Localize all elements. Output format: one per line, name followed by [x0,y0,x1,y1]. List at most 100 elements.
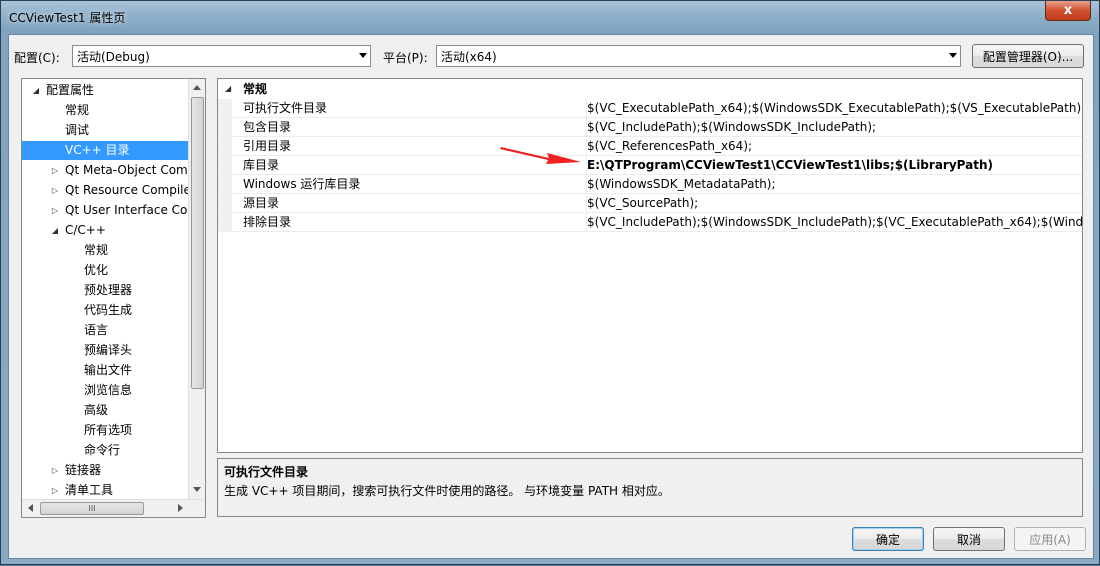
platform-select[interactable]: 活动(x64) [436,45,961,67]
tree-item[interactable]: 命令行 [22,441,188,460]
property-value[interactable]: $(VC_IncludePath);$(WindowsSDK_IncludePa… [586,118,1082,136]
tree-item[interactable]: 常规 [22,101,188,120]
tree-item[interactable]: 输出文件 [22,361,188,380]
property-row[interactable]: 源目录 $(VC_SourcePath); [218,194,1082,213]
tree-item-label: 高级 [84,403,109,417]
tree-item[interactable]: ◢ 配置属性 [22,81,188,100]
tree-item-label: Qt Meta-Object Com [65,163,188,177]
tree-item[interactable]: ▷ Qt Resource Compile [22,181,188,200]
tree-item-label: Qt Resource Compile [65,183,188,197]
description-title: 可执行文件目录 [224,465,309,479]
tree-items: ◢ 配置属性 常规 调试 VC++ 目录 ▷ Qt Meta-Object Com ▷ Qt R… [22,79,188,497]
property-row[interactable]: Windows 运行库目录 $(WindowsSDK_MetadataPath); [218,175,1082,194]
category-title: 常规 [243,82,268,96]
tree-item[interactable]: 调试 [22,121,188,140]
tree-item-label: VC++ 目录 [65,143,130,157]
scroll-thumb[interactable] [191,97,204,389]
platform-select-value: 活动(x64) [441,50,497,64]
tree-item-label: 常规 [84,243,109,257]
tree-vertical-scrollbar[interactable] [188,79,205,500]
property-tree[interactable]: ◢ 配置属性 常规 调试 VC++ 目录 ▷ Qt Meta-Object Com ▷ Qt R… [21,78,206,518]
tree-item-label: 调试 [65,123,90,137]
property-value[interactable]: $(WindowsSDK_MetadataPath); [586,175,1082,193]
tree-item-label: 优化 [84,263,109,277]
tree-item-label: 命令行 [84,443,121,457]
dialog-client: 配置(C): 活动(Debug) 平台(P): 活动(x64) 配置管理器(O)… [8,34,1094,559]
scroll-up-icon[interactable] [193,85,201,90]
scroll-down-icon[interactable] [193,487,201,492]
tree-item[interactable]: ◢ C/C++ [22,221,188,240]
tree-item[interactable]: 优化 [22,261,188,280]
property-row[interactable]: 引用目录 $(VC_ReferencesPath_x64); [218,137,1082,156]
tree-item-label: 语言 [84,323,109,337]
expand-triangle-icon[interactable]: ▷ [50,461,60,480]
property-name: 库目录 [243,158,280,172]
tree-item[interactable]: 高级 [22,401,188,420]
tree-item[interactable]: ▷ 清单工具 [22,481,188,497]
tree-item-label: 浏览信息 [84,383,133,397]
tree-item-label: Qt User Interface Cor [65,203,188,217]
tree-item[interactable]: 代码生成 [22,301,188,320]
tree-item-label: 常规 [65,103,90,117]
property-value[interactable]: E:\QTProgram\CCViewTest1\CCViewTest1\lib… [586,156,1082,174]
platform-label: 平台(P): [383,51,428,65]
expand-triangle-icon[interactable]: ▷ [50,201,60,220]
tree-horizontal-scrollbar[interactable]: III [22,499,205,517]
tree-item-label: 代码生成 [84,303,133,317]
property-name: Windows 运行库目录 [243,177,361,191]
tree-item[interactable]: 语言 [22,321,188,340]
tree-item-label: 配置属性 [46,83,95,97]
tree-item[interactable]: 常规 [22,241,188,260]
tree-item[interactable]: 浏览信息 [22,381,188,400]
cancel-button[interactable]: 取消 [933,527,1005,551]
config-manager-button[interactable]: 配置管理器(O)... [972,44,1084,68]
collapse-triangle-icon[interactable]: ◢ [225,79,231,99]
expand-triangle-icon[interactable]: ▷ [50,161,60,180]
ok-button[interactable]: 确定 [852,527,924,551]
close-button[interactable]: x [1045,1,1091,21]
properties-window: CCViewTest1 属性页 x 配置(C): 活动(Debug) 平台(P)… [0,0,1100,565]
scroll-left-icon[interactable] [28,504,33,512]
scroll-right-icon[interactable] [178,504,183,512]
expand-triangle-icon[interactable]: ▷ [50,181,60,200]
tree-item[interactable]: ▷ Qt Meta-Object Com [22,161,188,180]
property-grid[interactable]: ◢ 常规 可执行文件目录 $(VC_ExecutablePath_x64);$(W… [217,78,1083,453]
property-value[interactable]: $(VC_SourcePath); [586,194,1082,212]
tree-item-label: 所有选项 [84,423,133,437]
property-row[interactable]: 包含目录 $(VC_IncludePath);$(WindowsSDK_Inclu… [218,118,1082,137]
tree-item[interactable]: 预处理器 [22,281,188,300]
config-label: 配置(C): [14,51,60,65]
property-value[interactable]: $(VC_IncludePath);$(WindowsSDK_IncludePa… [586,213,1082,231]
tree-item-label: 预编译头 [84,343,133,357]
hscroll-thumb[interactable]: III [40,502,144,515]
property-row[interactable]: 库目录 E:\QTProgram\CCViewTest1\CCViewTest1\… [218,156,1082,175]
category-header[interactable]: ◢ 常规 [218,79,1082,99]
property-name: 可执行文件目录 [243,101,328,115]
apply-button[interactable]: 应用(A) [1014,527,1086,551]
chevron-down-icon [949,53,957,58]
tree-item[interactable]: ▷ Qt User Interface Cor [22,201,188,220]
chevron-down-icon [359,53,367,58]
description-text: 生成 VC++ 项目期间，搜索可执行文件时使用的路径。 与环境变量 PATH 相… [224,484,670,498]
description-panel: 可执行文件目录 生成 VC++ 项目期间，搜索可执行文件时使用的路径。 与环境变… [217,458,1083,517]
window-title: CCViewTest1 属性页 [9,11,126,25]
property-row[interactable]: 排除目录 $(VC_IncludePath);$(WindowsSDK_Inclu… [218,213,1082,232]
collapse-triangle-icon[interactable]: ◢ [50,221,60,240]
tree-item[interactable]: 预编译头 [22,341,188,360]
tree-item-label: 输出文件 [84,363,133,377]
property-row[interactable]: 可执行文件目录 $(VC_ExecutablePath_x64);$(Window… [218,99,1082,118]
tree-item[interactable]: 所有选项 [22,421,188,440]
collapse-triangle-icon[interactable]: ◢ [31,81,41,100]
tree-item-label: 预处理器 [84,283,133,297]
property-value[interactable]: $(VC_ExecutablePath_x64);$(WindowsSDK_Ex… [586,99,1082,117]
property-name: 排除目录 [243,215,292,229]
config-select[interactable]: 活动(Debug) [72,45,371,67]
property-name: 包含目录 [243,120,292,134]
tree-item[interactable]: VC++ 目录 [22,141,188,160]
property-value[interactable]: $(VC_ReferencesPath_x64); [586,137,1082,155]
tree-item[interactable]: ▷ 链接器 [22,461,188,480]
expand-triangle-icon[interactable]: ▷ [50,481,60,497]
title-bar[interactable]: CCViewTest1 属性页 x [1,1,1099,33]
config-select-value: 活动(Debug) [77,50,150,64]
tree-item-label: 清单工具 [65,483,114,497]
